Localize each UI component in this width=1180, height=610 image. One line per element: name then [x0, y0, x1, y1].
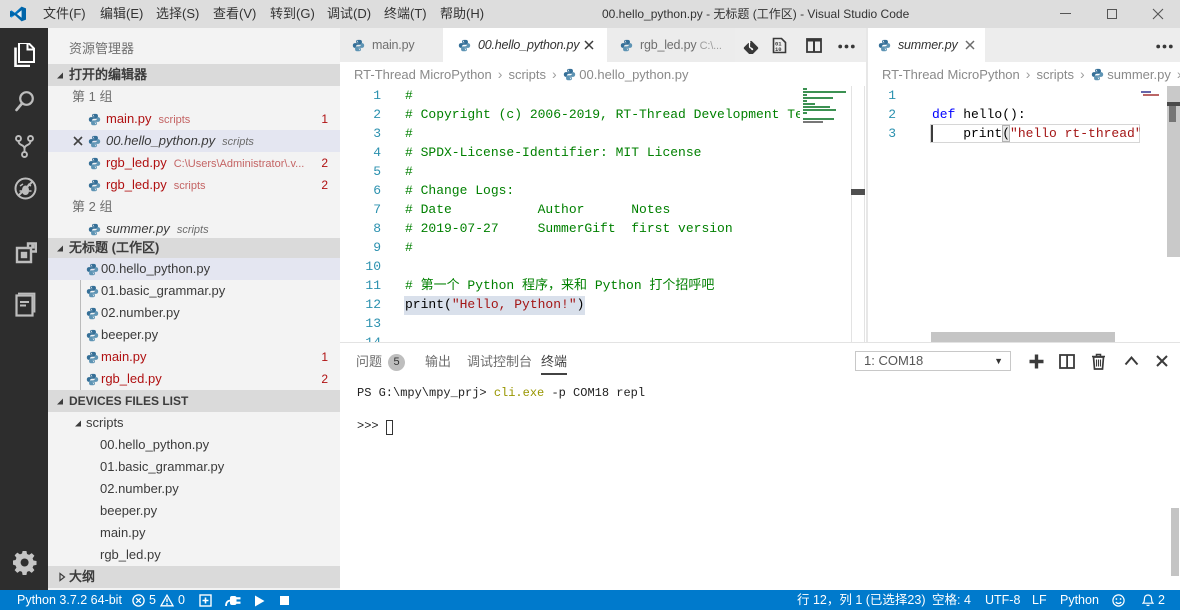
svg-text:10: 10: [775, 46, 782, 53]
